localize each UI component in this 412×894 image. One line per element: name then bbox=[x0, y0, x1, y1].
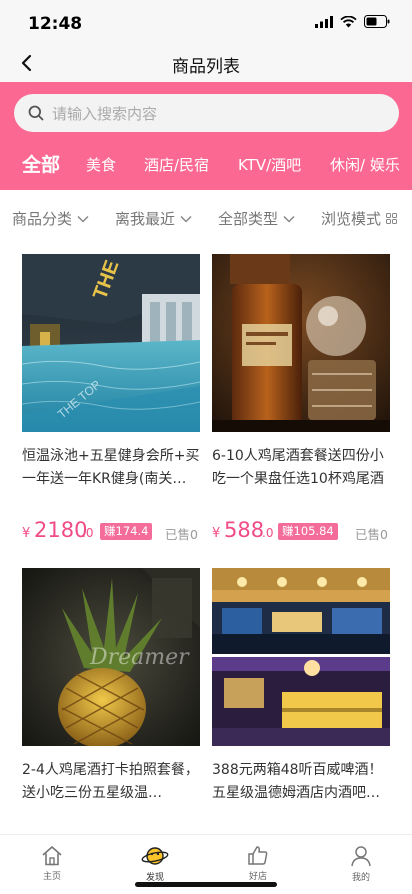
product-card[interactable]: 6-10人鸡尾酒套餐送四份小吃一个果盘任选10杯鸡尾酒 ¥ 588 .0 赚10… bbox=[212, 254, 390, 542]
product-title: 388元两箱48听百威啤酒！五星级温德姆酒店内酒吧… bbox=[212, 762, 383, 801]
product-image-pool: THE TOP THE TOP bbox=[22, 254, 200, 432]
home-indicator bbox=[135, 882, 277, 887]
product-image-whisky bbox=[212, 254, 390, 432]
tab-mine[interactable]: 我的 bbox=[331, 845, 391, 883]
product-title: 6-10人鸡尾酒套餐送四份小吃一个果盘任选10杯鸡尾酒 bbox=[212, 448, 384, 487]
filter-type-label: 全部类型 bbox=[218, 210, 279, 228]
tab-good-shops[interactable]: 好店 bbox=[228, 845, 288, 882]
filter-category-label: 商品分类 bbox=[12, 210, 73, 228]
nav-bar: 商品列表 bbox=[0, 44, 412, 82]
tab-discover[interactable]: 发现 bbox=[125, 845, 185, 883]
product-title: 2-4人鸡尾酒打卡拍照套餐，送小吃三份五星级温… bbox=[22, 762, 199, 801]
grid-view-icon bbox=[386, 213, 398, 224]
product-card[interactable]: THE TOP THE TOP 恒温泳池+五星健身会所+买一年送一年KR健身(南… bbox=[22, 254, 200, 542]
search-placeholder: 请输入搜索内容 bbox=[52, 104, 158, 123]
earn-badge: 赚174.4 bbox=[100, 523, 153, 540]
signal-icon bbox=[315, 15, 333, 28]
filter-view-mode[interactable]: 浏览模式 bbox=[321, 208, 398, 229]
sold-count: 已售0 bbox=[165, 527, 198, 542]
price-row: ¥ 2180 .0 赚174.4 已售0 bbox=[22, 518, 210, 548]
image-watermark: Dreamer bbox=[89, 645, 190, 670]
product-image-bar bbox=[212, 568, 390, 746]
search-input[interactable]: 请输入搜索内容 bbox=[14, 94, 399, 132]
filter-type[interactable]: 全部类型 bbox=[218, 208, 295, 229]
price-symbol: ¥ bbox=[22, 526, 31, 541]
price-value: 2180 bbox=[34, 518, 88, 542]
price-row: ¥ 588 .0 赚105.84 已售0 bbox=[212, 518, 400, 548]
product-card[interactable]: 388元两箱48听百威啤酒！五星级温德姆酒店内酒吧… bbox=[212, 568, 390, 805]
status-time: 12:48 bbox=[28, 14, 83, 34]
tab-mine-label: 我的 bbox=[351, 873, 370, 883]
tab-home-label: 主页 bbox=[42, 872, 61, 882]
status-icons bbox=[315, 15, 390, 28]
tab-home[interactable]: 主页 bbox=[22, 845, 82, 882]
price-value: 588 bbox=[224, 518, 265, 542]
product-title: 恒温泳池+五星健身会所+买一年送一年KR健身(南关亚… bbox=[22, 448, 200, 487]
tab-food[interactable]: 美食 bbox=[86, 154, 116, 175]
price-decimal: .0 bbox=[82, 526, 94, 540]
tab-hotel[interactable]: 酒店/民宿 bbox=[144, 154, 209, 175]
filter-bar: 商品分类 离我最近 全部类型 浏览模式 bbox=[0, 190, 412, 246]
product-image-pineapple: Dreamer bbox=[22, 568, 200, 746]
tab-all[interactable]: 全部 bbox=[22, 150, 60, 177]
earn-badge: 赚105.84 bbox=[278, 523, 338, 540]
price-decimal: .0 bbox=[262, 526, 274, 540]
tab-leisure[interactable]: 休闲/ 娱乐 bbox=[330, 154, 400, 175]
price-symbol: ¥ bbox=[212, 526, 221, 541]
filter-category[interactable]: 商品分类 bbox=[12, 208, 89, 229]
battery-icon bbox=[364, 15, 390, 28]
product-card[interactable]: Dreamer 2-4人鸡尾酒打卡拍照套餐，送小吃三份五星级温… bbox=[22, 568, 200, 805]
wifi-icon bbox=[340, 15, 357, 27]
tab-ktv[interactable]: KTV/酒吧 bbox=[238, 154, 301, 175]
sold-count: 已售0 bbox=[355, 527, 388, 542]
person-icon bbox=[351, 846, 371, 867]
category-tabs: 全部 美食 酒店/民宿 KTV/酒吧 休闲/ 娱乐 bbox=[0, 150, 412, 180]
page-title: 商品列表 bbox=[172, 57, 240, 77]
planet-icon bbox=[141, 847, 169, 865]
tab-good-shops-label: 好店 bbox=[248, 872, 267, 882]
search-icon bbox=[28, 105, 44, 121]
chevron-down-icon bbox=[180, 215, 192, 223]
filter-distance[interactable]: 离我最近 bbox=[115, 208, 192, 229]
thumb-up-icon bbox=[248, 846, 268, 865]
filter-view-mode-label: 浏览模式 bbox=[321, 210, 382, 228]
chevron-down-icon bbox=[283, 215, 295, 223]
chevron-down-icon bbox=[77, 215, 89, 223]
home-icon bbox=[42, 846, 62, 866]
search-header: 请输入搜索内容 全部 美食 酒店/民宿 KTV/酒吧 休闲/ 娱乐 bbox=[0, 82, 412, 190]
filter-distance-label: 离我最近 bbox=[115, 210, 176, 228]
status-bar: 12:48 bbox=[0, 0, 412, 44]
